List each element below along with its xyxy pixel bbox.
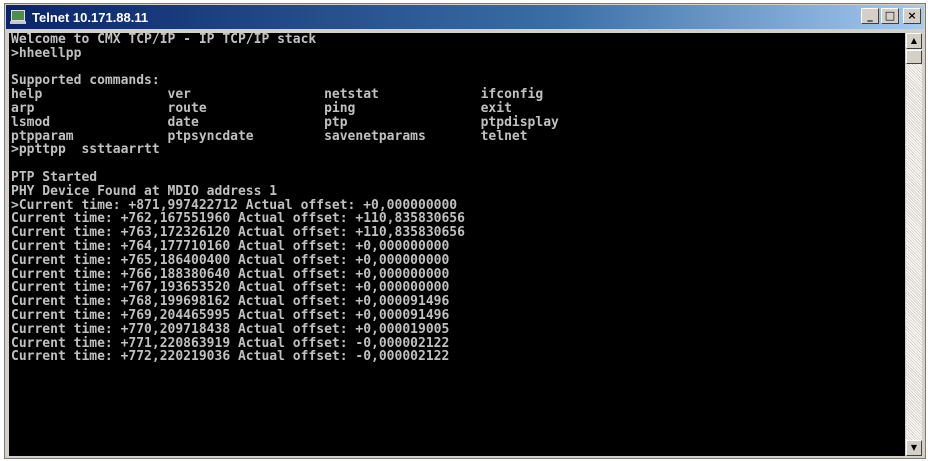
terminal-line: Current time: +772,220219036 Actual offs… <box>11 349 450 365</box>
terminal-line: help ver netstat ifconfig <box>11 87 544 103</box>
scroll-up-button[interactable]: ▲ <box>906 33 922 49</box>
terminal-line: PHY Device Found at MDIO address 1 <box>11 183 278 199</box>
terminal-line: ptpparam ptpsyncdate savenetparams telne… <box>11 128 528 144</box>
telnet-terminal-icon[interactable] <box>10 9 26 25</box>
terminal-line: Current time: +768,199698162 Actual offs… <box>11 294 450 310</box>
scroll-down-button[interactable]: ▼ <box>906 440 922 456</box>
terminal-line: Current time: +766,188380640 Actual offs… <box>11 266 450 282</box>
maximize-button[interactable]: □ <box>881 8 899 24</box>
scroll-thumb[interactable] <box>906 50 922 64</box>
terminal-line: >Current time: +871,997422712 Actual off… <box>11 197 458 213</box>
window-title: Telnet 10.171.88.11 <box>32 9 149 25</box>
terminal-line: Current time: +765,186400400 Actual offs… <box>11 252 450 268</box>
terminal-line: Supported commands: <box>11 73 160 89</box>
telnet-window: Telnet 10.171.88.11 _ □ × Welcome to CMX… <box>4 3 926 459</box>
terminal-line: >ppttpp ssttaarrtt <box>11 142 160 158</box>
window-controls: _ □ × <box>861 8 921 24</box>
title-bar[interactable]: Telnet 10.171.88.11 _ □ × <box>6 5 924 29</box>
terminal-line: Current time: +762,167551960 Actual offs… <box>11 211 465 227</box>
terminal-line: Current time: +771,220863919 Actual offs… <box>11 335 450 351</box>
minimize-button[interactable]: _ <box>861 8 879 24</box>
terminal-line: Current time: +764,177710160 Actual offs… <box>11 238 450 254</box>
vertical-scrollbar[interactable]: ▲ ▼ <box>906 33 922 456</box>
terminal-line: Welcome to CMX TCP/IP - IP TCP/IP stack <box>11 33 317 47</box>
terminal-line: Current time: +769,204465995 Actual offs… <box>11 307 450 323</box>
terminal-lines: Welcome to CMX TCP/IP - IP TCP/IP stack >… <box>9 33 905 364</box>
terminal-line: lsmod date ptp ptpdisplay <box>11 114 559 130</box>
terminal-line: arp route ping exit <box>11 100 512 116</box>
terminal-line: Current time: +770,209718438 Actual offs… <box>11 321 450 337</box>
close-button[interactable]: × <box>903 8 921 24</box>
terminal-line: Current time: +763,172326120 Actual offs… <box>11 225 465 241</box>
terminal-output[interactable]: Welcome to CMX TCP/IP - IP TCP/IP stack >… <box>9 33 905 456</box>
terminal-line: >hheellpp <box>11 45 82 61</box>
terminal-line: Current time: +767,193653520 Actual offs… <box>11 280 450 296</box>
terminal-line: PTP Started <box>11 169 98 185</box>
